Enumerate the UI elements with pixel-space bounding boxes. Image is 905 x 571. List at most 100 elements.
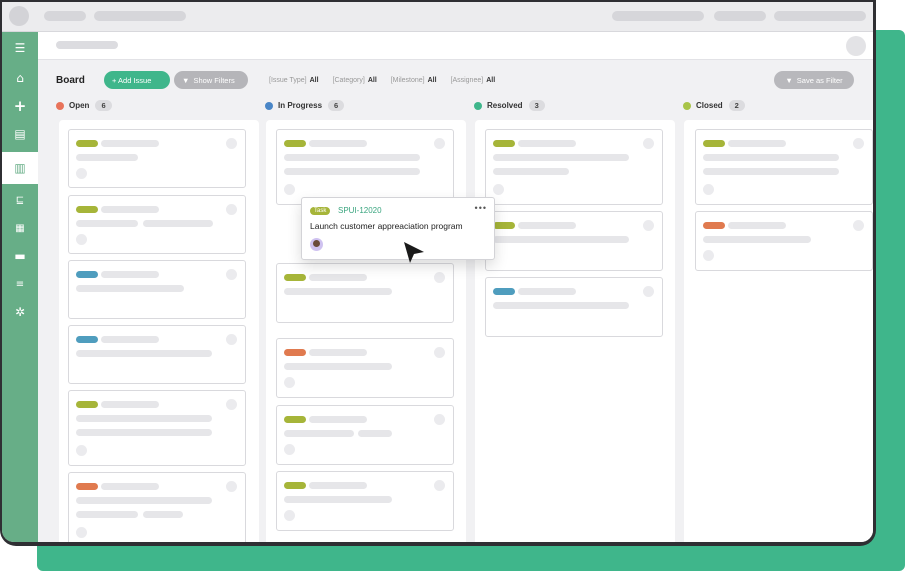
issue-card[interactable] <box>68 472 246 542</box>
issue-type-tag <box>284 349 306 356</box>
column-count: 6 <box>328 100 345 111</box>
placeholder-text <box>309 482 367 489</box>
app-bar <box>38 32 873 60</box>
filter-category-label: [Category] <box>332 77 365 84</box>
git-icon[interactable]: ≡ <box>2 270 38 298</box>
files-icon[interactable]: ▬ <box>2 242 38 270</box>
issue-type-tag <box>76 483 98 490</box>
assignee-avatar <box>434 347 445 358</box>
more-options-icon[interactable]: ••• <box>475 203 487 213</box>
placeholder-text <box>309 416 367 423</box>
settings-icon[interactable]: ✲ <box>2 298 38 326</box>
menu-icon[interactable]: ☰ <box>2 34 38 62</box>
browser-toolbar-item[interactable] <box>714 11 766 21</box>
status-dot <box>474 101 482 110</box>
issue-card[interactable] <box>276 471 454 531</box>
issue-card[interactable] <box>276 338 454 398</box>
browser-icon <box>9 6 29 26</box>
issue-card[interactable] <box>68 195 246 254</box>
column-header-open: Open 6 <box>56 100 112 111</box>
issue-card[interactable] <box>276 129 454 205</box>
filter-milestone-value[interactable]: All <box>428 77 437 84</box>
status-icon <box>284 444 295 455</box>
placeholder-text <box>493 154 629 161</box>
sidebar: ☰ ⌂ + ▤ ▥ ⊑ ▦ ▬ ≡ ✲ <box>2 32 38 542</box>
placeholder-text <box>76 497 212 504</box>
browser-toolbar-item[interactable] <box>774 11 866 21</box>
issue-type-tag <box>493 140 515 147</box>
issue-type-tag <box>284 140 306 147</box>
filter-issue-type-value[interactable]: All <box>310 77 319 84</box>
avatar[interactable] <box>846 36 866 56</box>
placeholder-text <box>493 236 629 243</box>
placeholder-text <box>101 401 159 408</box>
issue-card[interactable] <box>276 405 454 465</box>
column-count: 2 <box>728 100 745 111</box>
placeholder-text <box>728 222 786 229</box>
issue-card[interactable] <box>276 263 454 323</box>
issue-type-tag <box>493 288 515 295</box>
placeholder-text <box>76 415 212 422</box>
board-icon[interactable]: ▥ <box>2 152 38 184</box>
stage: ☰ ⌂ + ▤ ▥ ⊑ ▦ ▬ ≡ ✲ Board + Add Issue ▼ … <box>0 0 905 571</box>
column-count: 6 <box>95 100 112 111</box>
device-frame: ☰ ⌂ + ▤ ▥ ⊑ ▦ ▬ ≡ ✲ Board + Add Issue ▼ … <box>0 0 876 546</box>
issue-card[interactable] <box>68 129 246 188</box>
issue-card[interactable] <box>695 129 873 205</box>
placeholder-text <box>76 350 212 357</box>
placeholder-text <box>284 496 392 503</box>
issue-key-link[interactable]: SPUI-12020 <box>338 206 382 215</box>
add-issue-button[interactable]: + Add Issue <box>104 71 170 89</box>
gantt-icon[interactable]: ⊑ <box>2 186 38 214</box>
issue-type-tag <box>703 222 725 229</box>
screen: ☰ ⌂ + ▤ ▥ ⊑ ▦ ▬ ≡ ✲ Board + Add Issue ▼ … <box>2 2 873 542</box>
placeholder-text <box>101 483 159 490</box>
placeholder-text <box>284 430 354 437</box>
placeholder-text <box>518 140 576 147</box>
show-filters-button[interactable]: ▼ Show Filters <box>174 71 248 89</box>
placeholder-text <box>703 168 839 175</box>
placeholder-text <box>728 140 786 147</box>
status-icon <box>76 168 87 179</box>
column-name: Resolved <box>487 101 523 110</box>
issue-type-badge: Task <box>310 207 331 215</box>
wiki-icon[interactable]: ▦ <box>2 214 38 242</box>
browser-tab[interactable] <box>94 11 186 21</box>
status-dot <box>683 101 691 110</box>
placeholder-text <box>143 220 213 227</box>
placeholder-text <box>101 336 159 343</box>
assignee-avatar <box>853 220 864 231</box>
issue-card[interactable] <box>68 325 246 384</box>
add-icon[interactable]: + <box>2 92 38 120</box>
issue-card[interactable] <box>695 211 873 271</box>
issue-card[interactable] <box>485 277 663 337</box>
placeholder-text <box>493 302 629 309</box>
status-icon <box>284 510 295 521</box>
assignee-avatar <box>310 238 323 251</box>
filter-assignee-value[interactable]: All <box>486 77 495 84</box>
placeholder-text <box>358 430 392 437</box>
add-issue-label: + Add Issue <box>112 75 152 85</box>
issue-card[interactable] <box>485 211 663 271</box>
save-as-filter-button[interactable]: ▼ Save as Filter <box>774 71 854 89</box>
column-resolved <box>475 120 675 542</box>
dragged-issue-card[interactable]: Task SPUI-12020 ••• Launch customer appr… <box>301 197 495 260</box>
browser-tab[interactable] <box>44 11 86 21</box>
browser-toolbar-item[interactable] <box>612 11 704 21</box>
placeholder-text <box>284 363 392 370</box>
home-icon[interactable]: ⌂ <box>2 64 38 92</box>
column-in-progress <box>266 120 466 542</box>
issue-card[interactable] <box>485 129 663 205</box>
assignee-avatar <box>226 334 237 345</box>
column-name: Open <box>69 101 90 110</box>
list-icon[interactable]: ▤ <box>2 120 38 148</box>
placeholder-text <box>284 168 420 175</box>
issue-card[interactable] <box>68 390 246 466</box>
breadcrumb[interactable] <box>56 41 118 49</box>
filter-category-value[interactable]: All <box>368 77 377 84</box>
assignee-avatar <box>853 138 864 149</box>
placeholder-text <box>101 140 159 147</box>
status-icon <box>703 250 714 261</box>
issue-card[interactable] <box>68 260 246 319</box>
assignee-avatar <box>226 204 237 215</box>
